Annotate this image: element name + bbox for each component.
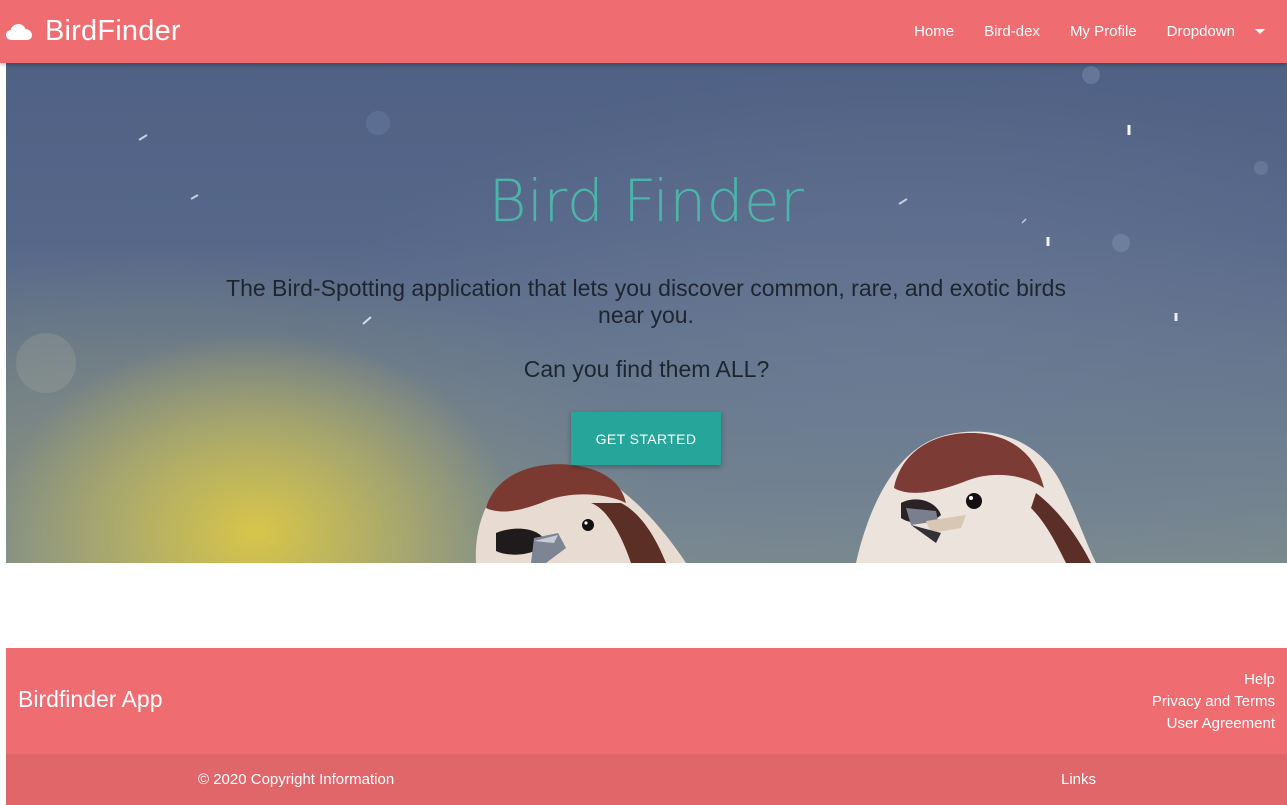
nav-dropdown-label: Dropdown: [1166, 23, 1235, 40]
hero-subtitle: The Bird-Spotting application that lets …: [226, 275, 1066, 328]
nav-bird-dex-link[interactable]: Bird-dex: [969, 23, 1055, 40]
footer-user-agreement-link[interactable]: User Agreement: [1152, 713, 1275, 735]
nav-links: Home Bird-dex My Profile Dropdown: [899, 0, 1287, 63]
footer-links-link[interactable]: Links: [1061, 771, 1096, 788]
caret-down-icon: [1255, 29, 1265, 34]
brand-logo-link[interactable]: BirdFinder: [6, 0, 181, 63]
right-sparrow-figure: [856, 431, 1096, 563]
hero-question: Can you find them ALL?: [523, 356, 770, 382]
footer: Birdfinder App Help Privacy and Terms Us…: [6, 648, 1287, 805]
footer-title: Birdfinder App: [18, 686, 163, 712]
hero-banner: Bird Finder The Bird-Spotting applicatio…: [6, 63, 1287, 563]
hero-title: Bird Finder: [488, 167, 805, 235]
footer-bottom-bar: © 2020 Copyright Information Links: [6, 754, 1287, 805]
nav-dropdown-trigger[interactable]: Dropdown: [1152, 23, 1287, 40]
get-started-button[interactable]: GET STARTED: [571, 412, 721, 465]
footer-help-link[interactable]: Help: [1152, 669, 1275, 691]
left-sparrow-figure: [475, 464, 686, 563]
copyright-text: © 2020 Copyright Information: [198, 771, 395, 788]
footer-links: Help Privacy and Terms User Agreement: [1152, 669, 1275, 735]
brand-name: BirdFinder: [45, 15, 181, 47]
nav-home-link[interactable]: Home: [899, 23, 969, 40]
nav-my-profile-link[interactable]: My Profile: [1055, 23, 1152, 40]
cloud-icon: [6, 23, 32, 40]
navbar: BirdFinder Home Bird-dex My Profile Drop…: [0, 0, 1287, 63]
footer-privacy-terms-link[interactable]: Privacy and Terms: [1152, 691, 1275, 713]
